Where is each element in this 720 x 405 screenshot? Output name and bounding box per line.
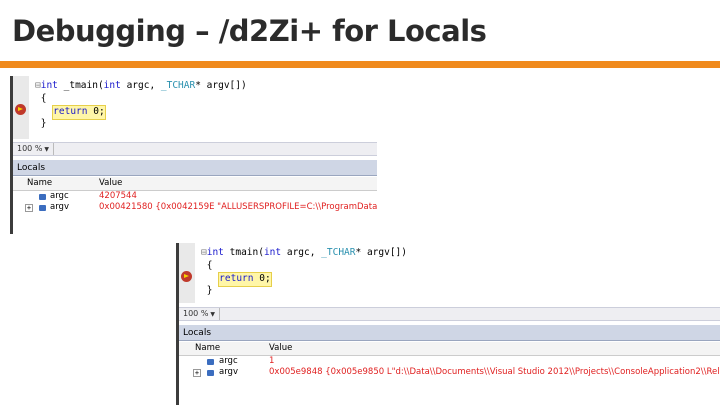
code-gutter: [13, 76, 29, 139]
code-line-signature: ⊟int tmain(int argc, _TCHAR* argv[]): [201, 247, 407, 258]
code-editor[interactable]: ⊟int tmain(int argc, _TCHAR* argv[]) { r…: [201, 247, 407, 297]
locals-grid-header: Name Value: [179, 342, 720, 356]
locals-grid: Name Value argc 4207544 + argv 0x0042158…: [13, 177, 377, 213]
code-line-return: return 0;: [35, 105, 247, 120]
chevron-down-icon: ▼: [210, 311, 216, 318]
code-line-open-brace: {: [206, 259, 213, 271]
code-line-close-brace: }: [40, 117, 47, 129]
code-editor[interactable]: ⊟int _tmain(int argc, _TCHAR* argv[]) { …: [35, 80, 247, 130]
slide-title: Debugging – /d2Zi+ for Locals: [12, 14, 487, 48]
locals-grid-header: Name Value: [13, 177, 377, 191]
locals-grid: Name Value argc 1 + argv 0x005e9848 {0x0…: [179, 342, 720, 378]
column-header-name[interactable]: Name: [27, 177, 52, 190]
debugger-screenshot-1: ⊟int _tmain(int argc, _TCHAR* argv[]) { …: [10, 76, 377, 234]
zoom-selector[interactable]: 100 % ▼: [13, 143, 55, 155]
variable-icon: [39, 194, 46, 200]
locals-row-argv[interactable]: + argv 0x005e9848 {0x005e9850 L"d:\\Data…: [179, 367, 720, 378]
expand-icon[interactable]: +: [193, 369, 201, 377]
zoom-selector[interactable]: 100 % ▼: [179, 308, 221, 320]
locals-row-argv[interactable]: + argv 0x00421580 {0x0042159E "ALLUSERSP…: [13, 202, 377, 213]
code-line-open-brace: {: [40, 92, 47, 104]
variable-icon: [39, 205, 46, 211]
column-header-value[interactable]: Value: [99, 177, 122, 190]
debugger-screenshot-2: ⊟int tmain(int argc, _TCHAR* argv[]) { r…: [176, 243, 720, 405]
current-statement-breakpoint-icon[interactable]: [15, 104, 26, 115]
current-statement-breakpoint-icon[interactable]: [181, 271, 192, 282]
locals-window-title[interactable]: Locals: [179, 325, 720, 341]
variable-icon: [207, 359, 214, 365]
code-gutter: [179, 243, 195, 303]
variable-icon: [207, 370, 214, 376]
title-divider: [0, 61, 720, 68]
code-line-close-brace: }: [206, 284, 213, 296]
code-line-return: return 0;: [201, 272, 407, 287]
code-line-signature: ⊟int _tmain(int argc, _TCHAR* argv[]): [35, 80, 247, 91]
zoom-bar: 100 % ▼: [13, 142, 377, 156]
locals-row-argc[interactable]: argc 4207544: [13, 191, 377, 202]
column-header-value[interactable]: Value: [269, 342, 292, 355]
chevron-down-icon: ▼: [44, 146, 50, 153]
zoom-bar: 100 % ▼: [179, 307, 720, 321]
column-header-name[interactable]: Name: [195, 342, 220, 355]
locals-row-argc[interactable]: argc 1: [179, 356, 720, 367]
expand-icon[interactable]: +: [25, 204, 33, 212]
locals-window-title[interactable]: Locals: [13, 160, 377, 176]
